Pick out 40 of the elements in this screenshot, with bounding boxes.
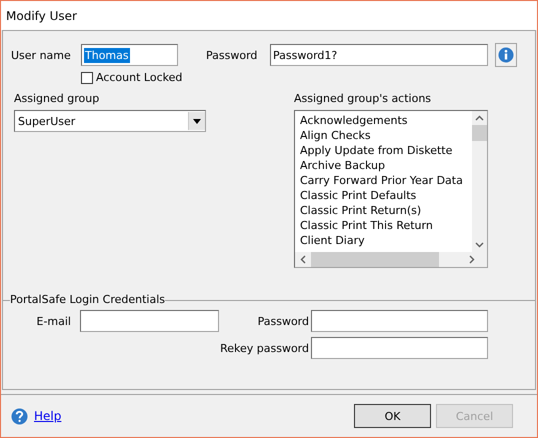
list-item[interactable]: Acknowledgements	[300, 114, 472, 129]
account-locked-checkbox[interactable]: Account Locked	[81, 71, 182, 84]
scroll-left-icon[interactable]	[300, 255, 306, 264]
group-legend: PortalSafe Login Credentials	[10, 293, 165, 306]
list-item[interactable]: Classic Print Defaults	[300, 189, 472, 204]
vertical-scrollbar[interactable]	[472, 111, 487, 252]
list-item[interactable]: Classic Print This Return	[300, 219, 472, 234]
ok-button[interactable]: OK	[354, 404, 431, 428]
list-item[interactable]: Align Checks	[300, 129, 472, 144]
email-field[interactable]	[80, 310, 219, 332]
group-dropdown[interactable]: SuperUser	[14, 110, 206, 132]
scroll-up-icon[interactable]	[475, 115, 484, 121]
field-label: User name	[11, 48, 72, 62]
dropdown-arrow-icon	[193, 118, 201, 124]
list-item[interactable]: Archive Backup	[300, 159, 472, 174]
field-label: E-mail	[36, 314, 71, 328]
password-field[interactable]	[311, 310, 488, 332]
scroll-down-icon[interactable]	[475, 242, 484, 248]
password-field[interactable]: Password1?	[270, 44, 488, 66]
list-item[interactable]: Apply Update from Diskette	[300, 144, 472, 159]
scroll-thumb[interactable]	[311, 252, 439, 267]
help-link[interactable]: Help	[34, 409, 62, 423]
field-label: Assigned group	[14, 92, 100, 105]
field-label: Assigned group's actions	[294, 92, 432, 105]
rekey-password-field[interactable]	[311, 337, 488, 359]
user-name-field[interactable]: Thomas	[81, 44, 178, 66]
list-item[interactable]: Carry Forward Prior Year Data	[300, 174, 472, 189]
list-item[interactable]: Client Diary	[300, 234, 472, 249]
info-button[interactable]	[495, 43, 517, 67]
window-title: Modify User	[6, 8, 77, 22]
scroll-thumb[interactable]	[472, 125, 487, 141]
field-label: Password	[256, 314, 309, 328]
actions-list[interactable]: Acknowledgements Align Checks Apply Update from Diskette Archive Backup Carry Forward Prior Year Data Classic Print Defaults Classic Print Return(s) Classic Print This Return Client Diary	[294, 110, 488, 268]
horizontal-scrollbar[interactable]	[295, 252, 487, 267]
help-icon	[11, 408, 28, 424]
info-icon	[498, 47, 514, 63]
field-label: Rekey password	[219, 342, 309, 354]
field-label: Password	[206, 48, 258, 62]
scroll-right-icon[interactable]	[469, 255, 475, 264]
list-item[interactable]: Classic Print Return(s)	[300, 204, 472, 219]
